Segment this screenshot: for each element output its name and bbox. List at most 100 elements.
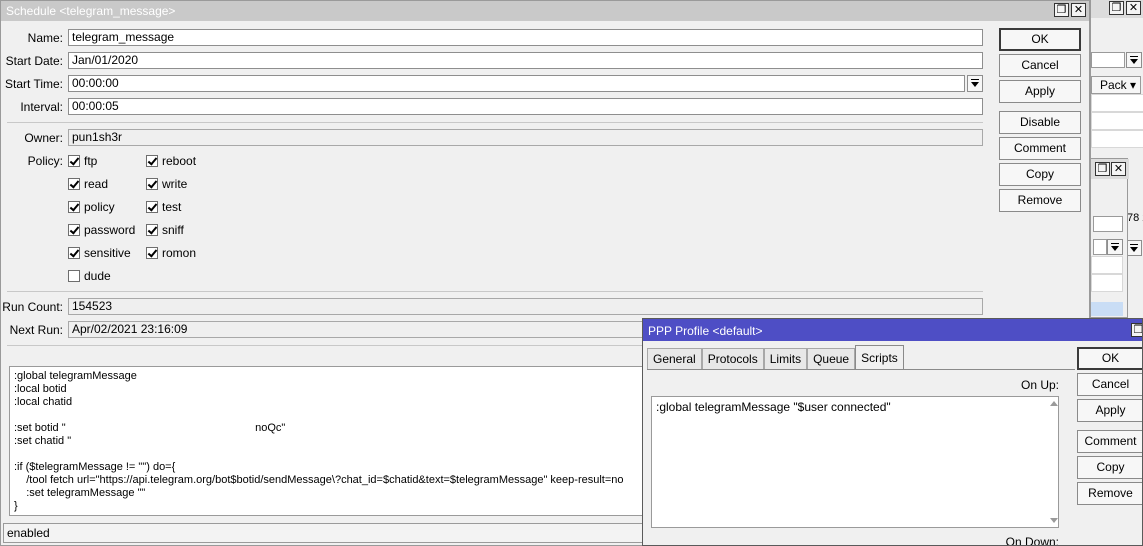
start-date-field[interactable]: Jan/01/2020 (68, 52, 983, 69)
code-line: :local chatid (14, 396, 73, 408)
restore-icon[interactable]: ❐ (1109, 1, 1124, 15)
ok-button[interactable]: OK (1077, 347, 1142, 370)
checkbox-label: ftp (84, 154, 98, 168)
next-run-label: Next Run: (9, 323, 63, 337)
dropdown-arrow-icon[interactable] (1126, 52, 1142, 68)
policy-ftp-checkbox[interactable]: ftp (68, 154, 97, 168)
checkbox-label: sensitive (84, 246, 131, 260)
tab-protocols[interactable]: Protocols (701, 348, 764, 370)
policy-sniff-checkbox[interactable]: sniff (146, 223, 184, 237)
apply-button[interactable]: Apply (1077, 399, 1142, 422)
checkbox-checked-icon[interactable] (68, 155, 80, 167)
divider (7, 345, 643, 346)
on-up-script-editor[interactable]: :global telegramMessage "$user connected… (651, 396, 1059, 528)
remove-button[interactable]: Remove (1077, 482, 1142, 505)
checkbox-checked-icon[interactable] (68, 178, 80, 190)
code-line: :if ($telegramMessage != "") do={ (14, 461, 176, 473)
policy-romon-checkbox[interactable]: romon (146, 246, 196, 260)
table-row[interactable] (1091, 274, 1123, 292)
restore-icon[interactable]: ❐ (1054, 3, 1069, 17)
ok-button[interactable]: OK (999, 28, 1081, 51)
checkbox-label: test (162, 200, 182, 214)
scroll-down-icon[interactable] (1050, 518, 1058, 523)
checkbox-checked-icon[interactable] (68, 247, 80, 259)
close-icon[interactable]: ✕ (1126, 1, 1141, 15)
schedule-titlebar[interactable]: Schedule <telegram_message> ❐ ✕ (1, 1, 1089, 21)
policy-read-checkbox[interactable]: read (68, 177, 108, 191)
checkbox-label: read (84, 177, 109, 191)
table-row-selected[interactable] (1091, 302, 1123, 316)
restore-icon[interactable]: ❐ (1131, 323, 1142, 337)
code-line: :local botid (14, 383, 67, 395)
background-mini-window: ❐ ✕ (1090, 158, 1129, 318)
background-field[interactable] (1093, 216, 1123, 232)
policy-test-checkbox[interactable]: test (146, 200, 181, 214)
dropdown-arrow-icon[interactable] (1107, 239, 1123, 255)
code-line: /tool fetch url="https://api.telegram.or… (14, 474, 624, 486)
tab-underline (647, 369, 1075, 370)
table-row[interactable] (1091, 256, 1123, 274)
comment-button[interactable]: Comment (1077, 430, 1142, 453)
tab-scripts[interactable]: Scripts (855, 345, 904, 370)
restore-icon[interactable]: ❐ (1095, 162, 1110, 176)
close-icon[interactable]: ✕ (1071, 3, 1086, 17)
interval-field[interactable]: 00:00:05 (68, 98, 983, 115)
policy-password-checkbox[interactable]: password (68, 223, 135, 237)
window-title: Schedule <telegram_message> (6, 4, 176, 18)
clipped-text: 78 2 (1127, 212, 1143, 224)
copy-button[interactable]: Copy (1077, 456, 1142, 479)
checkbox-checked-icon[interactable] (68, 201, 80, 213)
policy-reboot-checkbox[interactable]: reboot (146, 154, 196, 168)
next-run-field: Apr/02/2021 23:16:09 (68, 321, 643, 338)
table-row[interactable] (1091, 94, 1143, 112)
tab-queue[interactable]: Queue (807, 348, 856, 370)
table-row[interactable] (1091, 130, 1143, 148)
copy-button[interactable]: Copy (999, 163, 1081, 186)
close-icon[interactable]: ✕ (1111, 162, 1126, 176)
comment-button[interactable]: Comment (999, 137, 1081, 160)
interval-label: Interval: (20, 100, 63, 114)
script-editor[interactable]: :global telegramMessage :local botid :lo… (9, 366, 649, 516)
checkbox-checked-icon[interactable] (146, 155, 158, 167)
ppp-profile-window: PPP Profile <default> ❐ General Protocol… (642, 318, 1143, 546)
policy-sensitive-checkbox[interactable]: sensitive (68, 246, 131, 260)
disable-button[interactable]: Disable (999, 111, 1081, 134)
checkbox-checked-icon[interactable] (146, 224, 158, 236)
column-header[interactable]: Pack ▾ (1091, 76, 1141, 94)
name-field[interactable]: telegram_message (68, 29, 983, 46)
name-label: Name: (27, 31, 63, 45)
apply-button[interactable]: Apply (999, 80, 1081, 103)
start-time-field[interactable]: 00:00:00 (68, 75, 965, 92)
checkbox-checked-icon[interactable] (146, 201, 158, 213)
divider (7, 122, 983, 123)
window-title: PPP Profile <default> (648, 324, 763, 338)
code-line: } (14, 500, 18, 512)
checkbox-label: dude (84, 269, 111, 283)
table-row[interactable] (1091, 112, 1143, 130)
tab-bar: General Protocols Limits Queue Scripts (647, 345, 904, 370)
cancel-button[interactable]: Cancel (999, 54, 1081, 77)
policy-dude-checkbox[interactable]: dude (68, 269, 111, 283)
tab-general[interactable]: General (647, 348, 702, 370)
code-line: :set botid " noQc" (14, 422, 286, 434)
code-line: :set telegramMessage "" (14, 487, 146, 499)
ppp-titlebar[interactable]: PPP Profile <default> ❐ (643, 319, 1142, 341)
checkbox-checked-icon[interactable] (146, 247, 158, 259)
remove-button[interactable]: Remove (999, 189, 1081, 212)
background-field[interactable] (1093, 239, 1107, 255)
background-field[interactable] (1091, 52, 1125, 68)
dropdown-arrow-icon[interactable] (967, 75, 983, 92)
vertical-scrollbar[interactable] (1050, 398, 1058, 526)
scroll-up-icon[interactable] (1050, 401, 1058, 406)
start-date-label: Start Date: (5, 54, 63, 68)
checkbox-unchecked-icon[interactable] (68, 270, 80, 282)
run-count-field: 154523 (68, 298, 983, 315)
checkbox-checked-icon[interactable] (146, 178, 158, 190)
policy-write-checkbox[interactable]: write (146, 177, 187, 191)
checkbox-label: policy (84, 200, 115, 214)
policy-policy-checkbox[interactable]: policy (68, 200, 115, 214)
tab-limits[interactable]: Limits (763, 348, 808, 370)
cancel-button[interactable]: Cancel (1077, 373, 1142, 396)
checkbox-checked-icon[interactable] (68, 224, 80, 236)
dropdown-arrow-icon[interactable] (1126, 240, 1142, 256)
